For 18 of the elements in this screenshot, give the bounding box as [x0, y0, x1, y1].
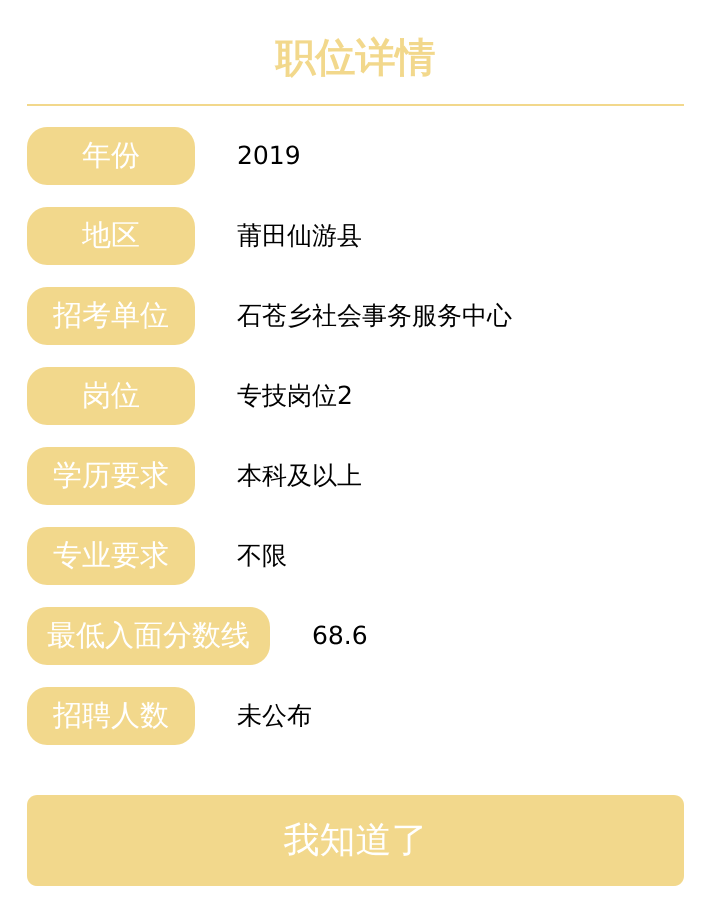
field-label: 最低入面分数线 — [27, 607, 270, 665]
field-label: 招聘人数 — [27, 687, 195, 745]
field-value: 未公布 — [237, 700, 312, 732]
field-value: 专技岗位2 — [237, 380, 353, 412]
field-value: 石苍乡社会事务服务中心 — [237, 300, 512, 332]
field-value: 2019 — [237, 140, 301, 172]
field-label: 年份 — [27, 127, 195, 185]
field-label: 岗位 — [27, 367, 195, 425]
confirm-button[interactable]: 我知道了 — [27, 795, 684, 886]
field-value: 莆田仙游县 — [237, 220, 362, 252]
field-label: 招考单位 — [27, 287, 195, 345]
field-value: 68.6 — [312, 620, 368, 652]
field-value: 不限 — [237, 540, 287, 572]
field-label: 地区 — [27, 207, 195, 265]
field-value: 本科及以上 — [237, 460, 362, 492]
page-title: 职位详情 — [274, 34, 436, 83]
field-label: 学历要求 — [27, 447, 195, 505]
field-label: 专业要求 — [27, 527, 195, 585]
